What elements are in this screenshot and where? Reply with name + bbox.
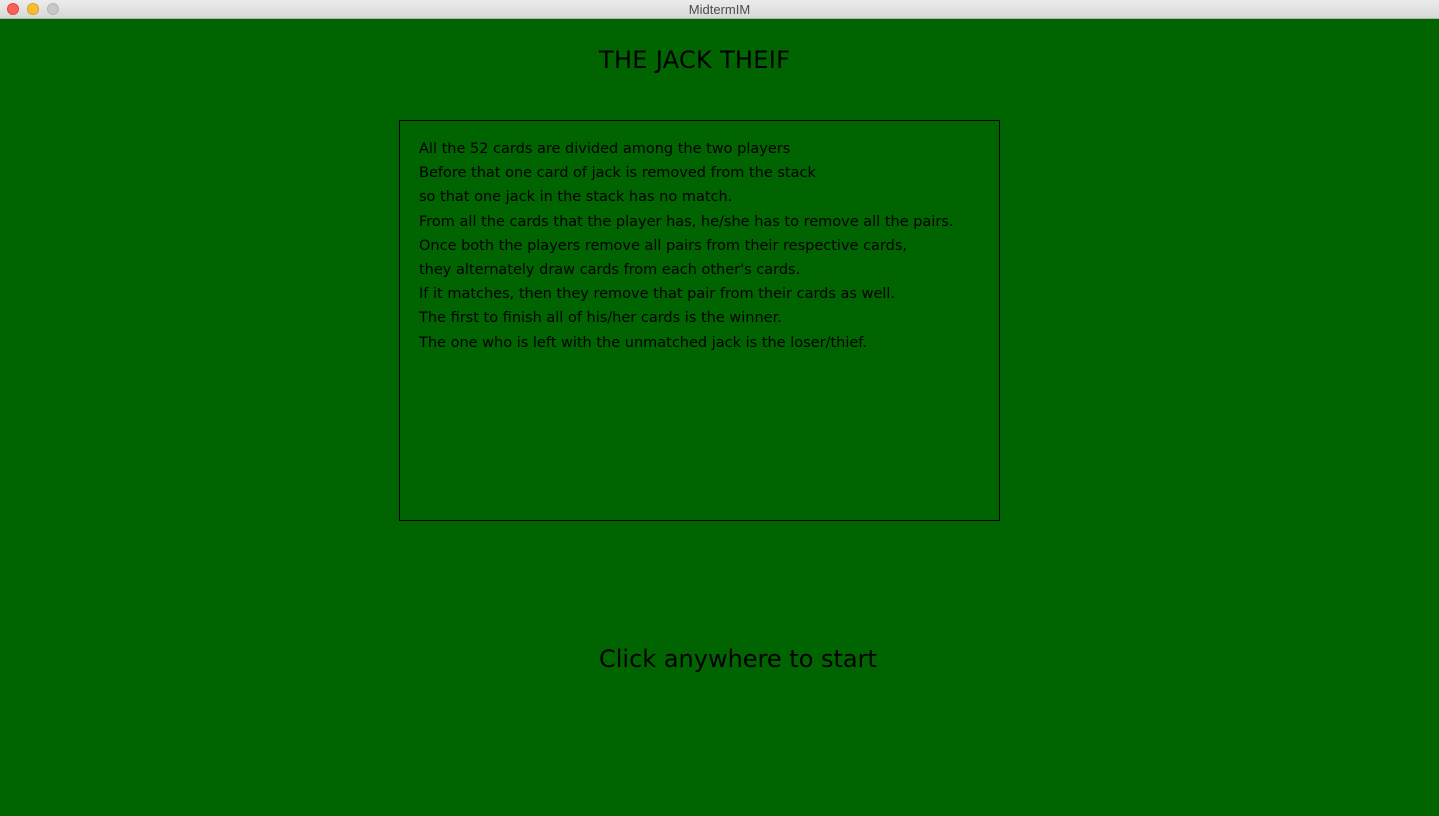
rules-line: Before that one card of jack is removed … (419, 165, 816, 182)
rules-line: they alternately draw cards from each ot… (419, 262, 801, 279)
rules-line: If it matches, then they remove that pai… (419, 286, 896, 303)
rules-line: All the 52 cards are divided among the t… (419, 141, 791, 157)
game-canvas[interactable]: THE JACK THEIF All the 52 cards are divi… (0, 19, 1439, 816)
window-title: MidtermIM (688, 2, 751, 17)
window-titlebar[interactable]: MidtermIM (0, 0, 1439, 19)
start-prompt: Click anywhere to start (599, 645, 877, 673)
rules-line: From all the cards that the player has, … (419, 213, 954, 230)
game-title: THE JACK THEIF (599, 46, 791, 74)
app-window: MidtermIM THE JACK THEIF All the 52 card… (0, 0, 1439, 816)
rules-line: The first to finish all of his/her cards… (419, 310, 782, 327)
rules-line: so that one jack in the stack has no mat… (419, 189, 733, 206)
rules-line: The one who is left with the unmatched j… (419, 334, 867, 351)
rules-line: Once both the players remove all pairs f… (419, 237, 908, 254)
rules-box: All the 52 cards are divided among the t… (399, 120, 1000, 521)
